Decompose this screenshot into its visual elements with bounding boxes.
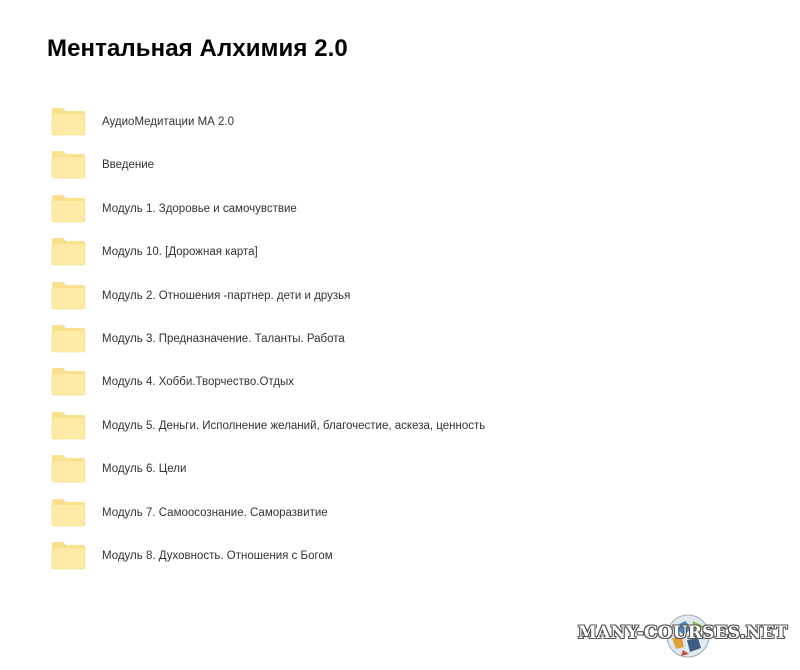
folder-item[interactable]: Модуль 1. Здоровье и самочувствие <box>0 187 800 230</box>
folder-list: АудиоМедитации МА 2.0 Введение Модуль 1.… <box>0 100 800 577</box>
folder-label[interactable]: АудиоМедитации МА 2.0 <box>102 114 234 130</box>
folder-label[interactable]: Модуль 2. Отношения -партнер. дети и дру… <box>102 288 350 304</box>
folder-item[interactable]: Модуль 5. Деньги. Исполнение желаний, бл… <box>0 404 800 447</box>
folder-item[interactable]: Модуль 7. Самоосознание. Саморазвитие <box>0 491 800 534</box>
watermark-text: MANY-COURSES.NET <box>578 623 788 643</box>
folder-item[interactable]: Модуль 8. Духовность. Отношения с Богом <box>0 534 800 577</box>
watermark: MANY-COURSES.NET <box>578 612 794 662</box>
folder-icon <box>51 323 86 353</box>
folder-icon <box>51 366 86 396</box>
folder-icon <box>51 410 86 440</box>
folder-item[interactable]: Модуль 6. Цели <box>0 447 800 490</box>
folder-icon <box>51 540 86 570</box>
folder-item[interactable]: АудиоМедитации МА 2.0 <box>0 100 800 143</box>
folder-label[interactable]: Модуль 1. Здоровье и самочувствие <box>102 201 297 217</box>
folder-item[interactable]: Введение <box>0 143 800 186</box>
folder-label[interactable]: Модуль 4. Хобби.Творчество.Отдых <box>102 374 294 390</box>
folder-label[interactable]: Модуль 7. Самоосознание. Саморазвитие <box>102 505 328 521</box>
folder-icon <box>51 193 86 223</box>
folder-item[interactable]: Модуль 2. Отношения -партнер. дети и дру… <box>0 274 800 317</box>
folder-label[interactable]: Введение <box>102 157 154 173</box>
folder-item[interactable]: Модуль 3. Предназначение. Таланты. Работ… <box>0 317 800 360</box>
folder-icon <box>51 497 86 527</box>
folder-item[interactable]: Модуль 4. Хобби.Творчество.Отдых <box>0 360 800 403</box>
folder-icon <box>51 149 86 179</box>
folder-icon <box>51 453 86 483</box>
folder-icon <box>51 236 86 266</box>
page-title: Ментальная Алхимия 2.0 <box>47 35 348 62</box>
folder-item[interactable]: Модуль 10. [Дорожная карта] <box>0 230 800 273</box>
folder-label[interactable]: Модуль 5. Деньги. Исполнение желаний, бл… <box>102 418 485 434</box>
folder-label[interactable]: Модуль 10. [Дорожная карта] <box>102 244 258 260</box>
folder-label[interactable]: Модуль 8. Духовность. Отношения с Богом <box>102 548 333 564</box>
folder-icon <box>51 280 86 310</box>
folder-icon <box>51 106 86 136</box>
folder-label[interactable]: Модуль 6. Цели <box>102 461 186 477</box>
folder-label[interactable]: Модуль 3. Предназначение. Таланты. Работ… <box>102 331 345 347</box>
